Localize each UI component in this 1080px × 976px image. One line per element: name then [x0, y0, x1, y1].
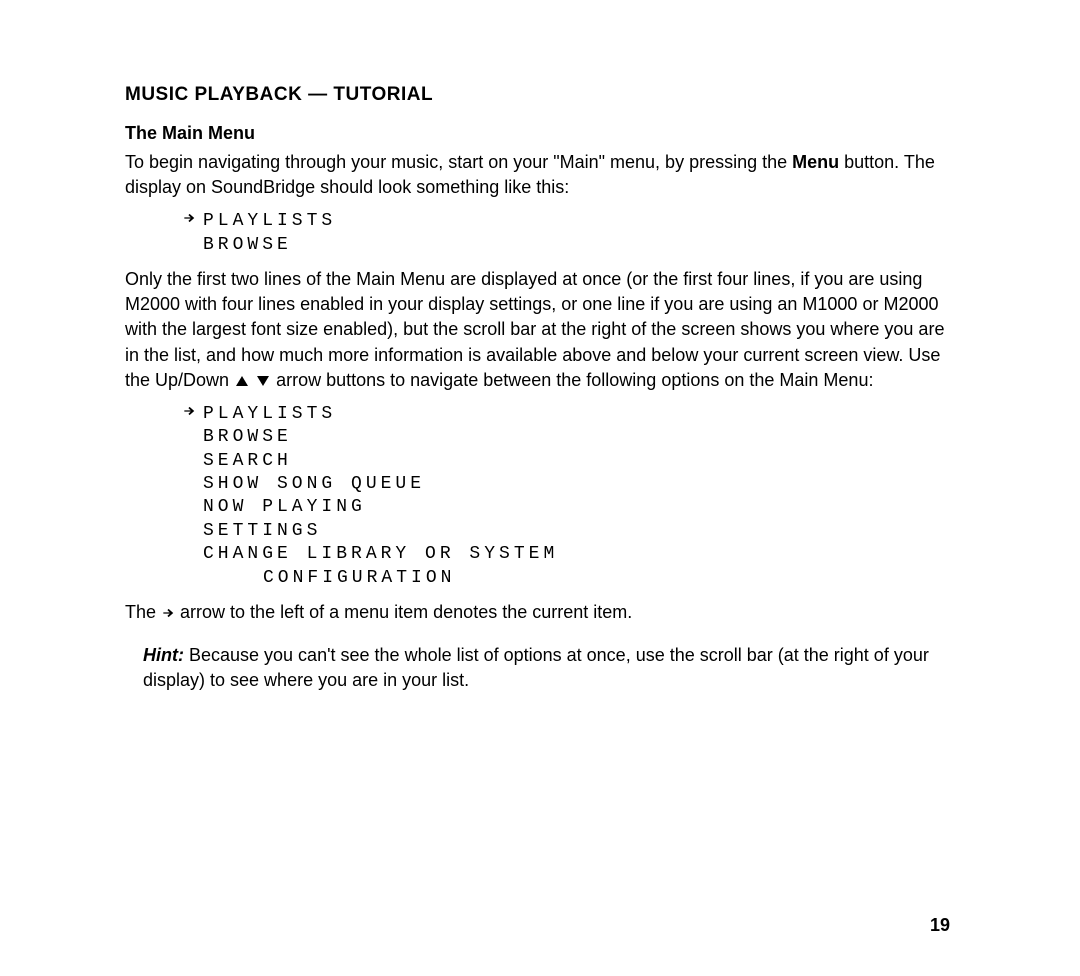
manual-page: MUSIC PLAYBACK — TUTORIAL The Main Menu … — [125, 82, 955, 694]
paragraph-1: To begin navigating through your music, … — [125, 150, 955, 200]
display-row: Browse — [175, 426, 955, 449]
display-row: Configuration — [175, 567, 955, 590]
para3-post: arrow to the left of a menu item denotes… — [175, 602, 632, 622]
arrow-right-icon — [175, 211, 203, 225]
hint-block: Hint: Because you can't see the whole li… — [143, 643, 955, 693]
display-item: Browse — [203, 234, 292, 257]
display-row: Change Library or System — [175, 543, 955, 566]
display-row: Settings — [175, 520, 955, 543]
sub-heading: The Main Menu — [125, 121, 955, 146]
paragraph-2: Only the first two lines of the Main Men… — [125, 267, 955, 393]
page-number: 19 — [930, 915, 950, 936]
display-item: Search — [203, 450, 292, 473]
display-sample-1: Playlists Browse — [175, 210, 955, 257]
para2-post: arrow buttons to navigate between the fo… — [271, 370, 873, 390]
display-row: Search — [175, 450, 955, 473]
display-row: Show Song Queue — [175, 473, 955, 496]
triangle-down-icon — [257, 376, 269, 386]
display-item: Browse — [203, 426, 292, 449]
para1-pre: To begin navigating through your music, … — [125, 152, 792, 172]
hint-text: Because you can't see the whole list of … — [143, 645, 929, 690]
section-title: MUSIC PLAYBACK — TUTORIAL — [125, 82, 955, 109]
display-item: Configuration — [203, 567, 455, 590]
display-item: Settings — [203, 520, 321, 543]
display-item: Playlists — [203, 403, 336, 426]
display-item: Now Playing — [203, 496, 366, 519]
display-row: Browse — [175, 234, 955, 257]
display-row: Playlists — [175, 210, 955, 233]
display-row: Playlists — [175, 403, 955, 426]
triangle-up-icon — [236, 376, 248, 386]
display-item: Change Library or System — [203, 543, 558, 566]
hint-label: Hint: — [143, 645, 184, 665]
arrow-right-icon — [161, 602, 175, 622]
paragraph-3: The arrow to the left of a menu item den… — [125, 600, 955, 625]
display-item: Show Song Queue — [203, 473, 425, 496]
display-item: Playlists — [203, 210, 336, 233]
arrow-right-icon — [175, 404, 203, 418]
display-sample-2: Playlists Browse Search Show Song Queue … — [175, 403, 955, 590]
menu-button-label: Menu — [792, 152, 839, 172]
display-row: Now Playing — [175, 496, 955, 519]
para3-pre: The — [125, 602, 161, 622]
